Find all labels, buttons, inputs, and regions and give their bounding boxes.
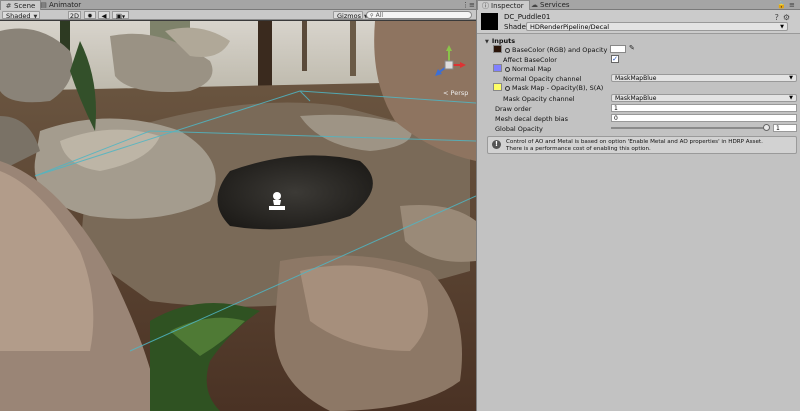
search-icon: ⚲ <box>370 13 374 19</box>
normal-opacity-row: Normal Opacity channel MaskMapBlue ▼ <box>477 74 800 83</box>
object-picker-icon[interactable] <box>505 47 510 53</box>
audio-toggle[interactable]: ◀ <box>98 11 110 20</box>
scene-toolbar: Shaded▼ 2D ✹ ◀ ▣▼ Gizmos▼ ⚲ All <box>0 10 476 20</box>
help-box: ! Control of AO and Metal is based on op… <box>487 136 797 154</box>
base-color-field[interactable] <box>610 45 626 53</box>
shader-dropdown[interactable]: HDRenderPipeline/Decal ▼ <box>526 22 788 31</box>
settings-icon[interactable]: ⚙ <box>783 13 794 22</box>
inspector-tabbar: ⓘ Inspector ☁ Services 🔒 ≡ <box>477 0 800 10</box>
scene-tabbar: # Scene ▤ Animator ⋮≡ <box>0 0 476 10</box>
normal-map-texture-slot[interactable] <box>493 64 502 72</box>
object-picker-icon[interactable] <box>505 85 510 91</box>
chevron-down-icon: ▼ <box>122 14 126 19</box>
draw-order-field[interactable]: 1 <box>611 104 797 112</box>
forest-scene-render <box>0 21 476 411</box>
chevron-down-icon: ▼ <box>780 24 784 30</box>
material-header: DC_Puddle01 Shader HDRenderPipeline/Deca… <box>477 10 800 34</box>
normal-opacity-dropdown[interactable]: MaskMapBlue ▼ <box>611 74 797 82</box>
depth-bias-row: Mesh decal depth bias 0 <box>477 114 800 123</box>
scene-viewport[interactable]: < Persp <box>0 21 476 411</box>
mask-map-texture-slot[interactable] <box>493 83 502 91</box>
cloud-icon: ☁ <box>531 1 538 9</box>
global-opacity-field[interactable]: 1 <box>773 124 797 132</box>
chevron-down-icon: ▼ <box>33 14 38 20</box>
animator-icon: ▤ <box>40 1 47 9</box>
mask-map-row: Mask Map - Opacity(B), S(A) <box>477 83 800 92</box>
inputs-foldout[interactable]: ▼ Inputs <box>477 36 800 45</box>
eyedropper-icon[interactable]: ✎ <box>629 44 635 52</box>
base-color-texture-slot[interactable] <box>493 45 502 53</box>
checkmark-icon: ✓ <box>612 55 618 63</box>
gizmos-dropdown[interactable]: Gizmos▼ <box>333 11 368 20</box>
global-opacity-row: Global Opacity 1 <box>477 124 800 133</box>
effects-dropdown[interactable]: ▣▼ <box>112 11 129 20</box>
lock-icon[interactable]: 🔒 <box>777 1 786 9</box>
panel-menu-icon[interactable]: ≡ <box>789 1 795 9</box>
chevron-down-icon: ▼ <box>789 75 793 81</box>
header-icons: ?⚙ <box>775 13 794 22</box>
shading-mode-dropdown[interactable]: Shaded ▼ <box>2 11 40 20</box>
lighting-toggle[interactable]: ✹ <box>84 11 96 20</box>
speaker-icon: ◀ <box>101 12 107 20</box>
depth-bias-field[interactable]: 0 <box>611 114 797 122</box>
help-icon[interactable]: ? <box>775 13 783 22</box>
projection-label[interactable]: < Persp <box>443 89 468 97</box>
info-icon: ! <box>492 140 501 149</box>
tab-animator[interactable]: ▤ Animator <box>36 0 86 10</box>
mask-opacity-row: Mask Opacity channel MaskMapBlue ▼ <box>477 94 800 103</box>
decal-projector-icon[interactable] <box>268 191 286 213</box>
material-preview-swatch <box>481 13 498 30</box>
global-opacity-slider-track[interactable] <box>611 127 769 129</box>
orientation-gizmo[interactable] <box>432 45 466 85</box>
2d-toggle[interactable]: 2D <box>68 11 81 20</box>
help-line-2: There is a performance cost of enabling … <box>506 146 651 152</box>
normal-map-row: Normal Map <box>477 64 800 73</box>
affect-base-color-checkbox[interactable]: ✓ <box>611 55 619 63</box>
scene-search-input[interactable]: ⚲ All <box>366 11 472 19</box>
global-opacity-slider-thumb[interactable] <box>763 124 770 131</box>
chevron-down-icon: ▼ <box>789 95 793 101</box>
material-name: DC_Puddle01 <box>504 13 551 21</box>
draw-order-row: Draw order 1 <box>477 104 800 113</box>
tab-services[interactable]: ☁ Services <box>527 0 575 10</box>
scene-panel: # Scene ▤ Animator ⋮≡ Shaded ▼ 2D ✹ ◀ ▣▼ Gi… <box>0 0 476 411</box>
panel-menu-icon[interactable]: ⋮≡ <box>462 1 475 9</box>
affect-base-color-row: Affect BaseColor ✓ <box>503 55 619 64</box>
object-picker-icon[interactable] <box>505 66 510 72</box>
mask-opacity-dropdown[interactable]: MaskMapBlue ▼ <box>611 94 797 102</box>
base-color-row: BaseColor (RGB) and Opacity (A) ✎ <box>477 44 800 54</box>
tab-inspector[interactable]: ⓘ Inspector <box>477 0 530 10</box>
inspector-panel: ⓘ Inspector ☁ Services 🔒 ≡ DC_Puddle01 Sha… <box>476 0 800 411</box>
help-line-1: Control of AO and Metal is based on opti… <box>506 139 763 145</box>
sun-icon: ✹ <box>87 12 93 20</box>
